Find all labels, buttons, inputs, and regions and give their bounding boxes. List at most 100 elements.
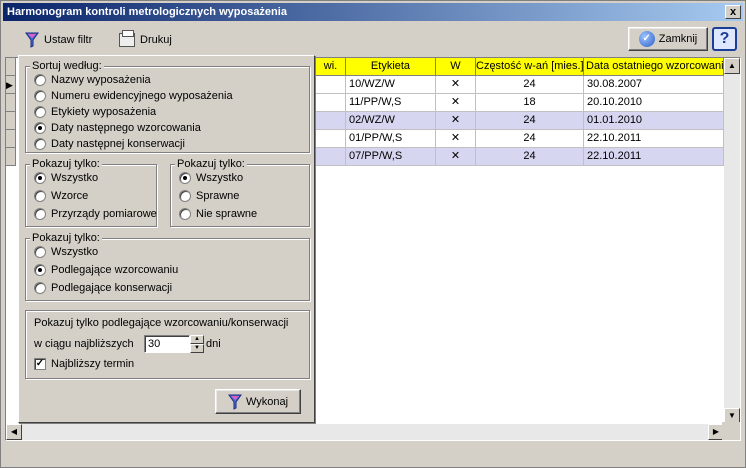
radio-button[interactable] [34,282,46,294]
sort-option-next-maintenance[interactable]: Daty następnej konserwacji [34,138,185,150]
sort-group: Sortuj według: Nazwy wyposażenia Numeru … [25,60,310,153]
upcoming-caption: Pokazuj tylko podlegające wzorcowaniu/ko… [34,317,289,329]
cell-wi[interactable] [316,112,346,130]
column-header-etykieta[interactable]: Etykieta [346,58,436,76]
radio-button[interactable] [179,208,191,220]
show-type-standards[interactable]: Wzorce [34,190,88,202]
cell-czestosc[interactable]: 24 [476,130,584,148]
radio-button[interactable] [34,138,46,150]
cell-wi[interactable] [316,94,346,112]
cell-etykieta[interactable]: 07/PP/W,S [346,148,436,166]
checkbox-label: Najbliższy termin [51,358,135,370]
days-spinner[interactable]: ▲ ▼ [190,335,204,353]
window-close-button[interactable]: x [725,5,741,19]
radio-button[interactable] [34,106,46,118]
cell-data[interactable]: 30.08.2007 [584,76,724,94]
cell-wi[interactable] [316,148,346,166]
execute-label: Wykonaj [245,395,289,408]
sort-option-number[interactable]: Numeru ewidencyjnego wyposażenia [34,90,233,102]
print-label: Drukuj [140,34,172,46]
column-header-data[interactable]: Data ostatniego wzorcowania [584,58,724,76]
radio-button[interactable] [34,190,46,202]
sort-option-label[interactable]: Etykiety wyposażenia [34,106,156,118]
radio-button-selected[interactable] [34,264,46,276]
show-scope-calibration[interactable]: Podlegające wzorcowaniu [34,264,178,276]
horizontal-scrollbar[interactable]: ◀ ▶ [6,424,724,440]
row-indicator[interactable] [6,94,16,112]
show-type-all[interactable]: Wszystko [34,172,98,184]
radio-button-selected[interactable] [34,172,46,184]
set-filter-button[interactable]: Ustaw filtr [25,29,92,51]
radio-button-selected[interactable] [179,172,191,184]
sort-option-next-calibration[interactable]: Daty następnego wzorcowania [34,122,201,134]
spin-down-icon[interactable]: ▼ [190,344,204,353]
radio-button[interactable] [34,208,46,220]
help-button[interactable]: ? [712,27,737,51]
cell-etykieta[interactable]: 10/WZ/W [346,76,436,94]
cell-wi[interactable] [316,76,346,94]
funnel-icon [227,394,242,410]
close-label: Zamknij [658,33,698,45]
vertical-scrollbar[interactable]: ▲ ▼ [724,58,740,424]
scroll-corner [722,422,740,440]
radio-button[interactable] [34,246,46,258]
show-type-group: Pokazuj tylko: Wszystko Wzorce Przyrządy… [25,158,157,227]
cell-etykieta[interactable]: 11/PP/W,S [346,94,436,112]
nearest-term-checkbox[interactable]: ✓ Najbliższy termin [34,358,134,370]
show-scope-all[interactable]: Wszystko [34,246,98,258]
cell-etykieta[interactable]: 01/PP/W,S [346,130,436,148]
radio-button-selected[interactable] [34,122,46,134]
sort-legend: Sortuj według: [30,60,104,72]
days-unit: dni [206,338,221,350]
cell-data[interactable]: 01.01.2010 [584,112,724,130]
show-status-group: Pokazuj tylko: Wszystko Sprawne Nie spra… [170,158,310,227]
column-header-czestosc[interactable]: Częstość w-ań [mies.] [476,58,584,76]
column-header-wi[interactable]: wi. [316,58,346,76]
cell-w[interactable]: ✕ [436,94,476,112]
show-type-instruments[interactable]: Przyrządy pomiarowe [34,208,157,220]
show-status-working[interactable]: Sprawne [179,190,239,202]
cell-czestosc[interactable]: 24 [476,148,584,166]
radio-button[interactable] [34,74,46,86]
row-indicator[interactable] [6,112,16,130]
printer-icon [119,30,135,47]
cell-czestosc[interactable]: 18 [476,94,584,112]
row-indicator[interactable] [6,148,16,166]
row-indicator[interactable] [6,130,16,148]
row-indicator-current[interactable]: ▶ [6,76,16,94]
sort-option-name[interactable]: Nazwy wyposażenia [34,74,151,86]
option-label: Wzorce [51,190,89,202]
cell-wi[interactable] [316,130,346,148]
scroll-left-icon[interactable]: ◀ [6,424,22,440]
cell-w[interactable]: ✕ [436,112,476,130]
radio-button[interactable] [179,190,191,202]
execute-button[interactable]: Wykonaj [215,389,301,414]
cell-czestosc[interactable]: 24 [476,76,584,94]
cell-data[interactable]: 20.10.2010 [584,94,724,112]
show-type-legend: Pokazuj tylko: [30,158,102,170]
option-label: Wszystko [51,172,99,184]
filter-panel: Sortuj według: Nazwy wyposażenia Numeru … [18,55,315,423]
cell-data[interactable]: 22.10.2011 [584,130,724,148]
scroll-up-icon[interactable]: ▲ [724,58,740,74]
cell-w[interactable]: ✕ [436,130,476,148]
cell-czestosc[interactable]: 24 [476,112,584,130]
cell-w[interactable]: ✕ [436,148,476,166]
print-button[interactable]: Drukuj [119,29,172,51]
option-label: Wszystko [196,172,244,184]
checkbox-checked[interactable]: ✓ [34,358,46,370]
radio-button[interactable] [34,90,46,102]
show-status-broken[interactable]: Nie sprawne [179,208,257,220]
upcoming-group: Pokazuj tylko podlegające wzorcowaniu/ko… [25,310,310,379]
show-scope-maintenance[interactable]: Podlegające konserwacji [34,282,172,294]
cell-data[interactable]: 22.10.2011 [584,148,724,166]
checkmark-circle-icon: ✓ [638,31,655,47]
column-header-w[interactable]: W [436,58,476,76]
cell-w[interactable]: ✕ [436,76,476,94]
spin-up-icon[interactable]: ▲ [190,335,204,344]
days-input[interactable]: 30 [144,335,190,353]
option-label: Daty następnej konserwacji [51,138,185,150]
show-status-all[interactable]: Wszystko [179,172,243,184]
cell-etykieta[interactable]: 02/WZ/W [346,112,436,130]
close-button[interactable]: ✓ Zamknij [628,27,708,51]
